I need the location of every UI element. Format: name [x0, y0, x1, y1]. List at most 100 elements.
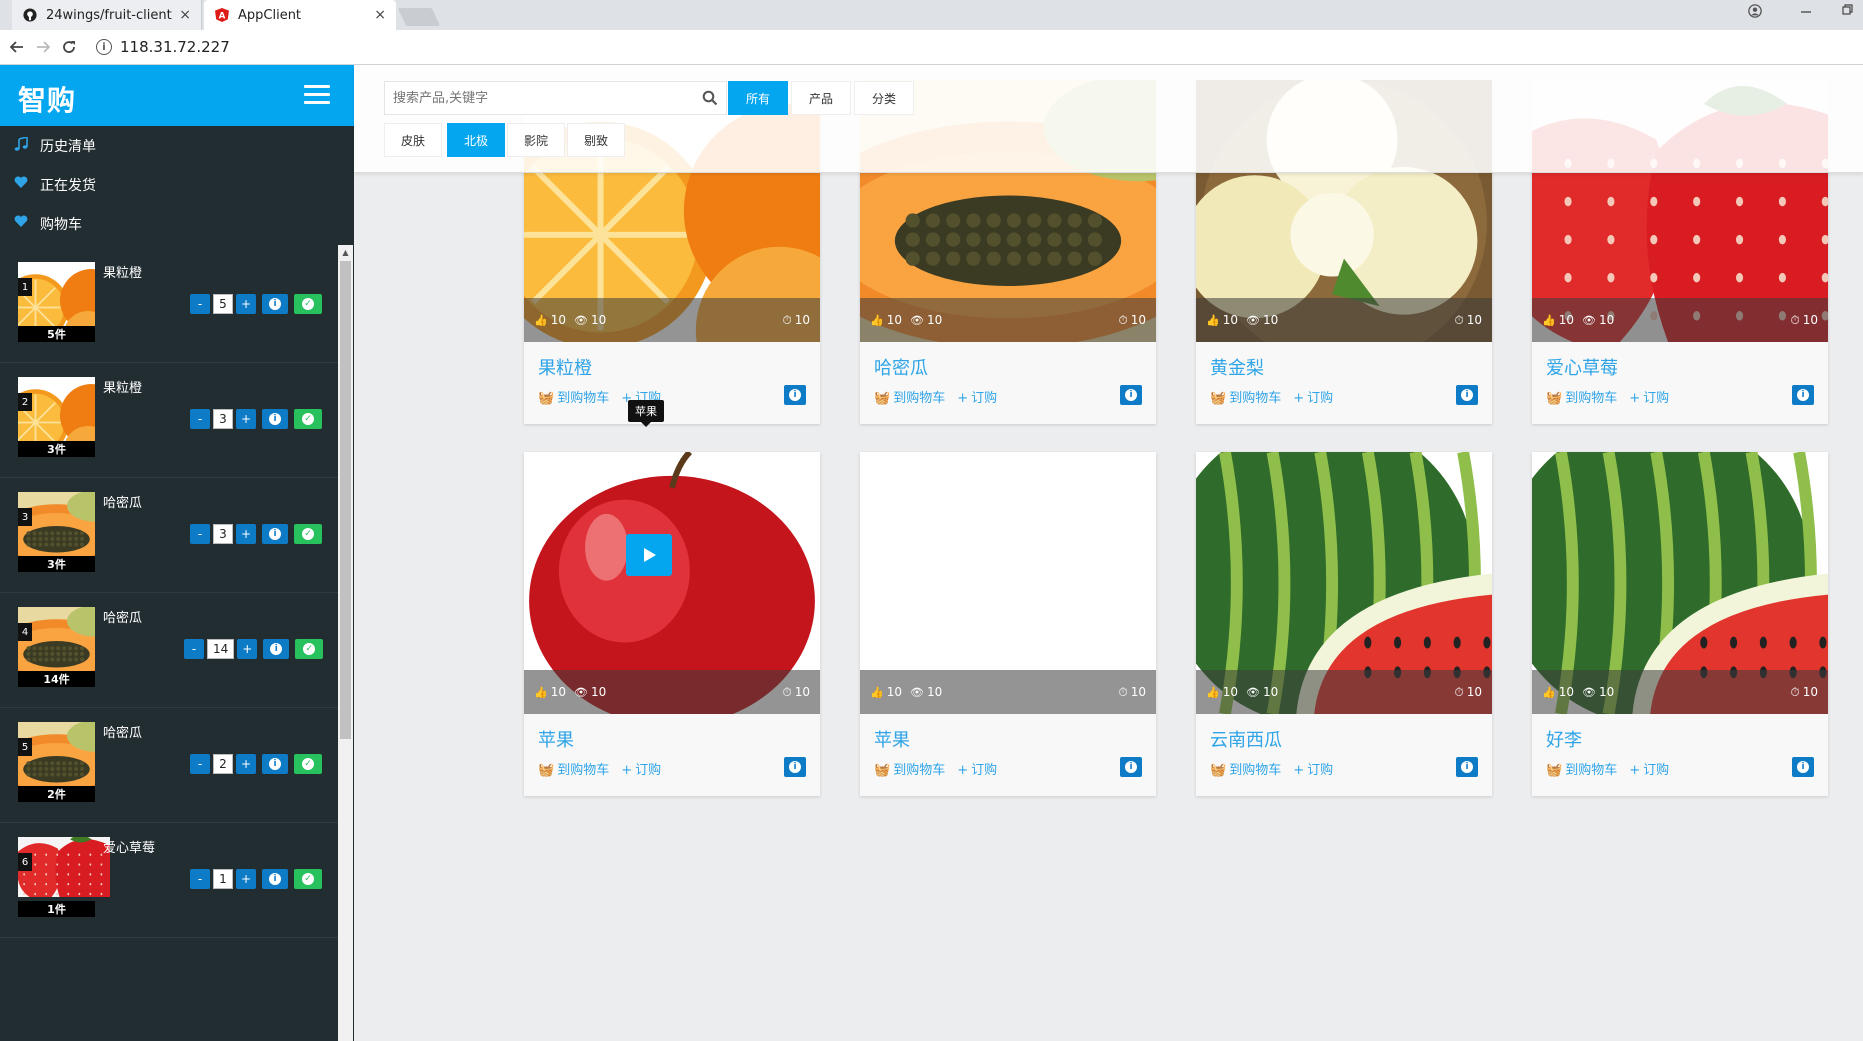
brand-logo[interactable]: 智购: [18, 79, 76, 119]
decrease-button[interactable]: -: [190, 869, 210, 889]
scroll-up-icon[interactable]: ▲: [338, 245, 353, 259]
reload-icon[interactable]: [56, 34, 82, 60]
filter-product[interactable]: 产品: [791, 81, 851, 115]
browser-tab-appclient[interactable]: A AppClient ×: [204, 0, 396, 30]
add-to-cart-link[interactable]: 🧺 到购物车: [1546, 759, 1617, 778]
menu-toggle-icon[interactable]: [304, 85, 330, 105]
likes-stat[interactable]: 👍 10: [1206, 313, 1238, 327]
filter-category[interactable]: 分类: [854, 81, 914, 115]
increase-button[interactable]: +: [236, 754, 256, 774]
decrease-button[interactable]: -: [190, 294, 210, 314]
confirm-button[interactable]: ✓: [295, 639, 324, 659]
product-title[interactable]: 果粒橙: [538, 354, 592, 380]
order-link[interactable]: + 订购: [1629, 387, 1669, 406]
product-title[interactable]: 爱心草莓: [1546, 354, 1618, 380]
add-to-cart-link[interactable]: 🧺 到购物车: [874, 387, 945, 406]
confirm-button[interactable]: ✓: [294, 524, 322, 544]
add-to-cart-link[interactable]: 🧺 到购物车: [874, 759, 945, 778]
product-card[interactable]: 👍 10 👁 10 ⏱ 10 苹果 🧺 到购物车 + 订购 i: [524, 452, 820, 796]
site-info-icon[interactable]: i: [96, 39, 112, 55]
order-link[interactable]: + 订购: [1293, 387, 1333, 406]
product-title[interactable]: 苹果: [874, 726, 910, 752]
browser-tab-github[interactable]: 24wings/fruit-client ×: [12, 0, 202, 30]
quantity-value[interactable]: 14: [207, 639, 235, 659]
filter-all[interactable]: 所有: [728, 81, 788, 115]
increase-button[interactable]: +: [237, 639, 258, 659]
order-link[interactable]: + 订购: [621, 759, 661, 778]
confirm-button[interactable]: ✓: [294, 294, 322, 314]
close-icon[interactable]: ×: [374, 7, 386, 23]
info-button[interactable]: i: [262, 754, 288, 774]
search-icon[interactable]: [702, 90, 718, 106]
filter-tag-other[interactable]: 剔致: [567, 123, 625, 157]
likes-stat[interactable]: 👍 10: [534, 685, 566, 699]
close-icon[interactable]: ×: [179, 7, 191, 23]
order-link[interactable]: + 订购: [1293, 759, 1333, 778]
product-title[interactable]: 黄金梨: [1210, 354, 1264, 380]
sidebar-scrollbar[interactable]: ▲ ▼: [338, 245, 353, 1041]
order-link[interactable]: + 订购: [957, 759, 997, 778]
sidebar-item-history[interactable]: 历史清单: [0, 126, 354, 165]
increase-button[interactable]: +: [236, 869, 256, 889]
decrease-button[interactable]: -: [190, 409, 210, 429]
increase-button[interactable]: +: [236, 524, 256, 544]
quantity-value[interactable]: 3: [213, 409, 233, 429]
decrease-button[interactable]: -: [184, 639, 204, 659]
forward-icon[interactable]: [30, 34, 56, 60]
product-title[interactable]: 云南西瓜: [1210, 726, 1282, 752]
info-button[interactable]: i: [262, 409, 288, 429]
decrease-button[interactable]: -: [190, 524, 210, 544]
back-icon[interactable]: [4, 34, 30, 60]
product-title[interactable]: 苹果: [538, 726, 574, 752]
scrollbar-thumb[interactable]: [340, 261, 351, 739]
increase-button[interactable]: +: [236, 294, 256, 314]
product-title[interactable]: 哈密瓜: [874, 354, 928, 380]
play-button[interactable]: [626, 534, 672, 576]
new-tab-button[interactable]: [397, 8, 441, 26]
url-field[interactable]: i 118.31.72.227: [96, 34, 1856, 60]
info-button[interactable]: i: [262, 869, 288, 889]
filter-tag-cinema[interactable]: 影院: [507, 123, 565, 157]
product-info-button[interactable]: i: [1792, 385, 1814, 405]
restore-icon[interactable]: [1842, 4, 1854, 20]
product-title[interactable]: 好李: [1546, 726, 1582, 752]
add-to-cart-link[interactable]: 🧺 到购物车: [1210, 387, 1281, 406]
likes-stat[interactable]: 👍 10: [534, 313, 566, 327]
confirm-button[interactable]: ✓: [294, 754, 322, 774]
add-to-cart-link[interactable]: 🧺 到购物车: [1546, 387, 1617, 406]
likes-stat[interactable]: 👍 10: [1206, 685, 1238, 699]
product-card[interactable]: 👍 10 👁 10 ⏱ 10 好李 🧺 到购物车 + 订购 i: [1532, 452, 1828, 796]
likes-stat[interactable]: 👍 10: [870, 313, 902, 327]
info-button[interactable]: i: [262, 294, 288, 314]
order-link[interactable]: + 订购: [957, 387, 997, 406]
confirm-button[interactable]: ✓: [294, 409, 322, 429]
search-input[interactable]: [385, 82, 685, 114]
quantity-value[interactable]: 3: [213, 524, 233, 544]
likes-stat[interactable]: 👍 10: [1542, 685, 1574, 699]
product-card[interactable]: 👍 10 👁 10 ⏱ 10 云南西瓜 🧺 到购物车 + 订购 i: [1196, 452, 1492, 796]
product-info-button[interactable]: i: [1456, 385, 1478, 405]
decrease-button[interactable]: -: [190, 754, 210, 774]
sidebar-item-shipping[interactable]: 正在发货: [0, 165, 354, 204]
quantity-value[interactable]: 2: [213, 754, 233, 774]
likes-stat[interactable]: 👍 10: [870, 685, 902, 699]
filter-tag-arctic[interactable]: 北极: [447, 123, 505, 157]
minimize-icon[interactable]: [1800, 4, 1812, 20]
likes-stat[interactable]: 👍 10: [1542, 313, 1574, 327]
product-info-button[interactable]: i: [1120, 757, 1142, 777]
filter-tag-skin[interactable]: 皮肤: [384, 123, 442, 157]
product-info-button[interactable]: i: [1792, 757, 1814, 777]
account-icon[interactable]: [1748, 4, 1762, 22]
sidebar-item-cart[interactable]: 购物车: [0, 204, 354, 243]
order-link[interactable]: + 订购: [1629, 759, 1669, 778]
confirm-button[interactable]: ✓: [294, 869, 322, 889]
increase-button[interactable]: +: [236, 409, 256, 429]
quantity-value[interactable]: 5: [213, 294, 233, 314]
quantity-value[interactable]: 1: [213, 869, 233, 889]
product-card[interactable]: 👍 10 👁 10 ⏱ 10 苹果 🧺 到购物车 + 订购 i: [860, 452, 1156, 796]
info-button[interactable]: i: [262, 524, 288, 544]
add-to-cart-link[interactable]: 🧺 到购物车: [538, 387, 609, 406]
add-to-cart-link[interactable]: 🧺 到购物车: [538, 759, 609, 778]
product-info-button[interactable]: i: [1456, 757, 1478, 777]
product-info-button[interactable]: i: [784, 385, 806, 405]
